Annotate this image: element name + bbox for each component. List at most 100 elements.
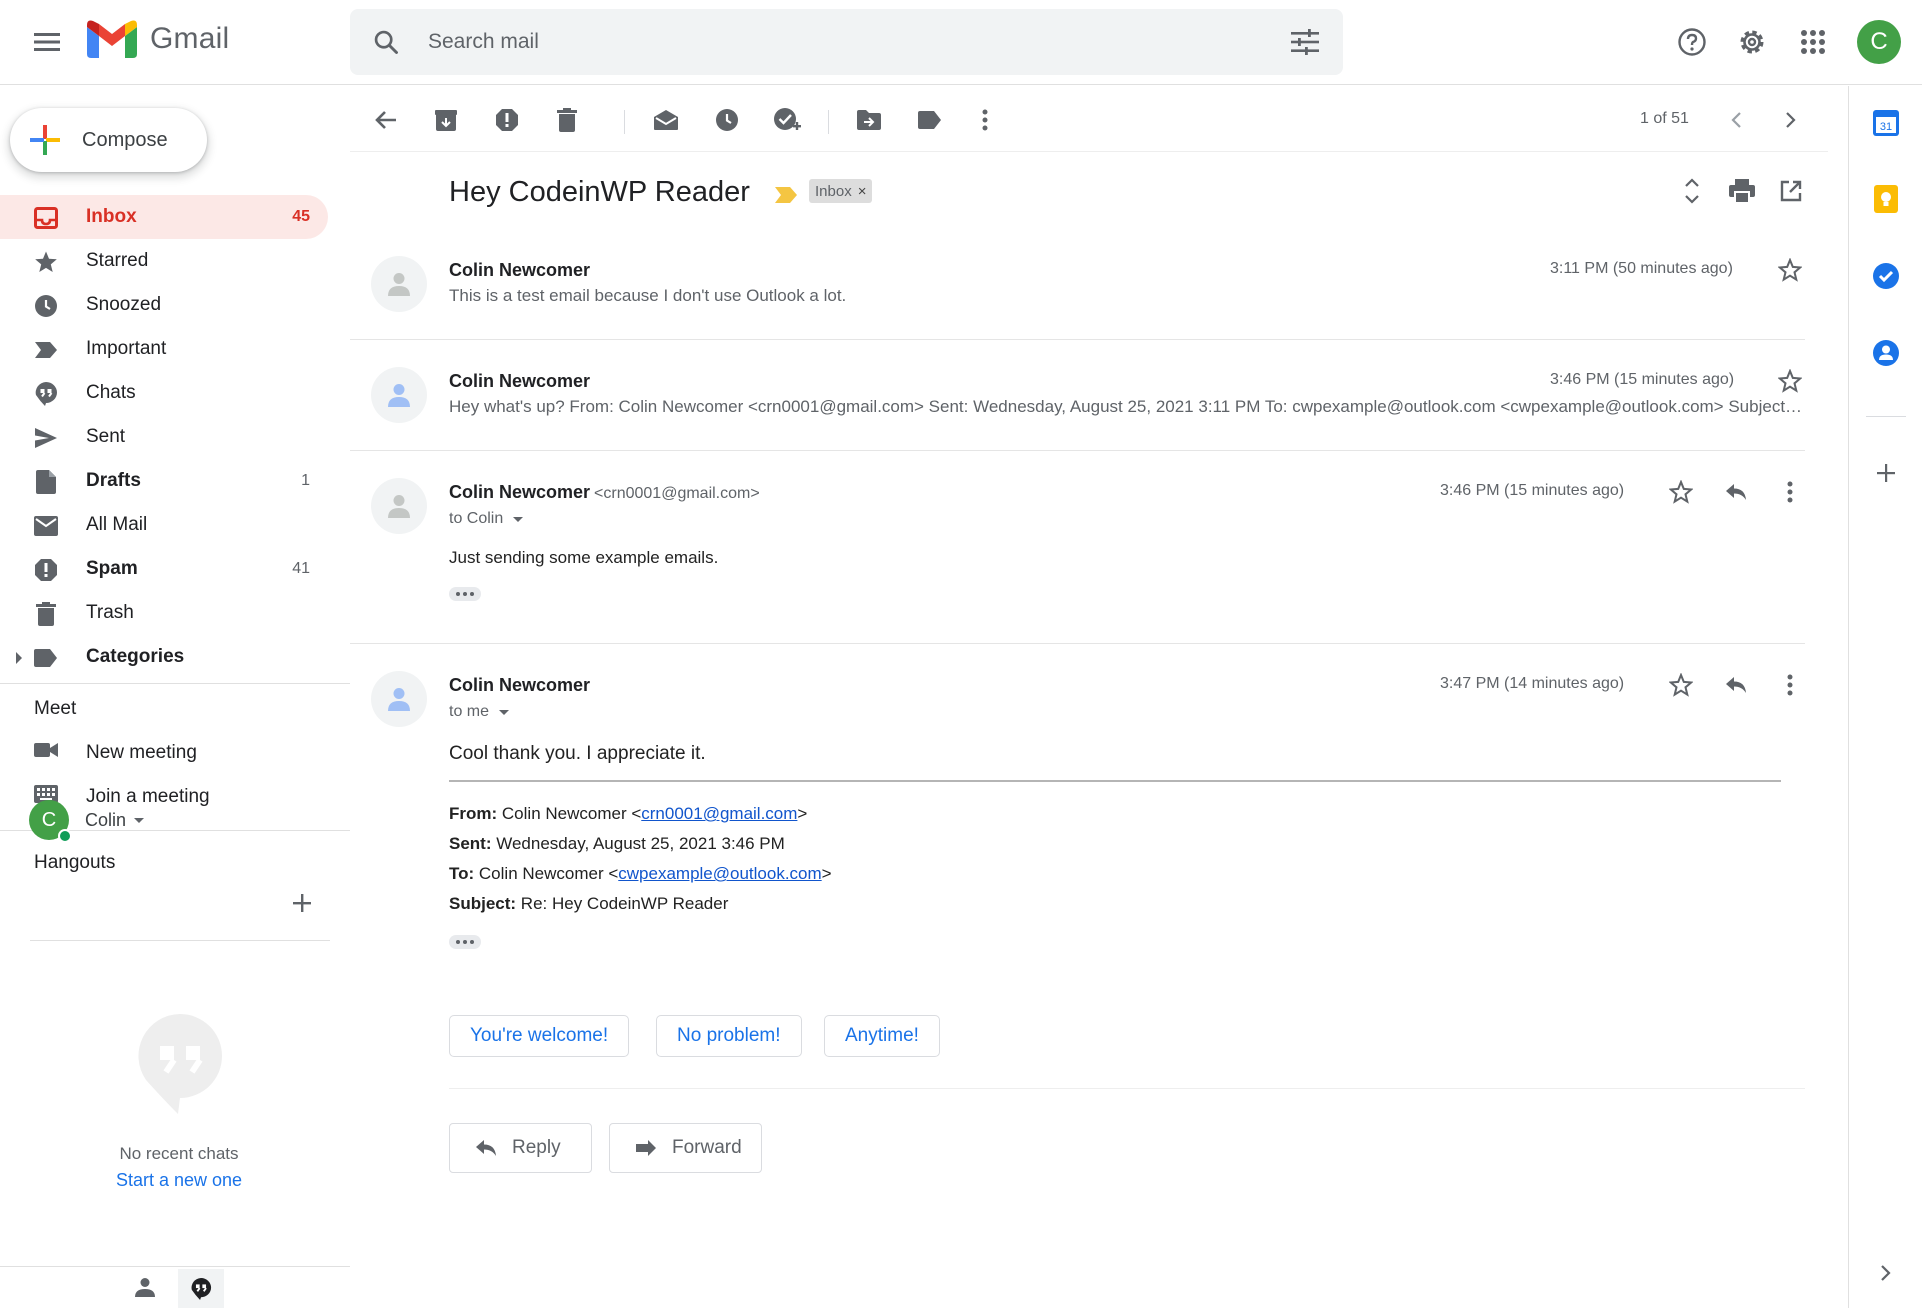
move-to-folder-icon[interactable] <box>852 103 886 137</box>
message-snippet: Hey what's up? From: Colin Newcomer <crn… <box>449 397 1805 416</box>
remove-label-icon[interactable]: × <box>858 183 867 200</box>
forward-arrow-icon <box>636 1140 656 1156</box>
help-icon[interactable] <box>1670 20 1714 64</box>
quoted-from-email-link[interactable]: crn0001@gmail.com <box>641 804 797 823</box>
quoted-from-end: > <box>797 804 808 823</box>
draft-count: 1 <box>301 472 310 489</box>
open-new-window-icon[interactable] <box>1776 176 1806 206</box>
star-outline-icon[interactable] <box>1774 365 1806 397</box>
person-icon[interactable] <box>134 1277 156 1297</box>
reply-arrow-icon[interactable] <box>1720 669 1752 701</box>
sender-name: Colin Newcomer <box>449 371 591 391</box>
chevron-right-icon[interactable] <box>1774 103 1808 137</box>
archive-icon[interactable] <box>429 103 463 137</box>
nav-item-categories[interactable]: Categories <box>0 635 328 679</box>
star-outline-icon[interactable] <box>1774 254 1806 286</box>
calendar-icon[interactable]: 31 <box>1869 106 1903 140</box>
more-options-icon[interactable] <box>1774 476 1806 508</box>
mark-unread-icon[interactable] <box>649 103 683 137</box>
unread-count: 45 <box>292 208 310 225</box>
inbox-icon <box>33 205 59 231</box>
recipients-toggle[interactable]: to me <box>449 703 510 721</box>
keep-notes-icon[interactable] <box>1869 182 1903 216</box>
search-input[interactable] <box>428 23 1258 61</box>
nav-item-drafts[interactable]: Drafts 1 <box>0 459 328 503</box>
nav-item-starred[interactable]: Starred <box>0 239 328 283</box>
more-options-icon[interactable] <box>968 103 1002 137</box>
get-addons-plus-icon[interactable] <box>1869 456 1903 490</box>
nav-item-chats[interactable]: Chats <box>0 371 328 415</box>
calendar-day: 31 <box>1880 121 1892 133</box>
label-tag-icon[interactable] <box>913 103 947 137</box>
expand-collapse-icon[interactable] <box>1677 176 1707 206</box>
smart-reply-youre-welcome[interactable]: You're welcome! <box>449 1015 630 1057</box>
reply-label: Reply <box>512 1137 561 1158</box>
nav-item-spam[interactable]: Spam 41 <box>0 547 328 591</box>
nav-label: Important <box>86 338 167 359</box>
search-options-icon[interactable] <box>1291 29 1319 55</box>
main-menu-icon[interactable] <box>27 22 67 62</box>
apps-grid-icon[interactable] <box>1791 20 1835 64</box>
show-trimmed-content-icon[interactable] <box>449 587 481 601</box>
nav-item-all-mail[interactable]: All Mail <box>0 503 328 547</box>
star-outline-icon[interactable] <box>1665 476 1697 508</box>
compose-button[interactable]: Compose <box>10 108 207 172</box>
status-dropdown-icon[interactable] <box>134 817 145 823</box>
forward-button[interactable]: Forward <box>609 1123 762 1173</box>
nav-item-important[interactable]: Important <box>0 327 328 371</box>
show-trimmed-content-icon[interactable] <box>449 935 481 949</box>
trash-icon <box>33 601 59 627</box>
more-options-icon[interactable] <box>1774 669 1806 701</box>
hangouts-user-name: Colin <box>85 809 127 830</box>
star-outline-icon[interactable] <box>1665 669 1697 701</box>
quoted-from-label: From: <box>449 804 498 823</box>
nav-label: Spam <box>86 558 138 579</box>
nav-label: Trash <box>86 602 134 623</box>
sender-name: Colin Newcomer <crn0001@gmail.com> <box>449 482 760 503</box>
account-avatar[interactable]: C <box>1857 20 1901 64</box>
snooze-clock-icon[interactable] <box>710 103 744 137</box>
search-icon[interactable] <box>372 28 400 56</box>
add-to-tasks-icon[interactable] <box>770 103 804 137</box>
pagination-count: 1 of 51 <box>1640 110 1689 127</box>
recipients-toggle[interactable]: to Colin <box>449 510 524 528</box>
quoted-to-email-link[interactable]: cwpexample@outlook.com <box>618 864 821 883</box>
reply-arrow-icon <box>476 1140 496 1156</box>
show-details-icon <box>499 709 510 715</box>
compose-plus-icon <box>30 125 60 155</box>
message-divider <box>350 339 1805 340</box>
back-arrow-icon[interactable] <box>369 103 403 137</box>
hangouts-user[interactable]: C Colin <box>29 800 145 843</box>
new-meeting-item[interactable]: New meeting <box>0 731 328 775</box>
nav-item-snoozed[interactable]: Snoozed <box>0 283 328 327</box>
sender-avatar-icon <box>371 256 427 312</box>
print-icon[interactable] <box>1727 176 1757 206</box>
nav-label: Snoozed <box>86 294 162 315</box>
contacts-icon[interactable] <box>1869 336 1903 370</box>
quoted-sent-label: Sent: <box>449 834 492 853</box>
hangouts-bottom-bar <box>0 1266 350 1308</box>
smart-reply-anytime[interactable]: Anytime! <box>824 1015 940 1057</box>
reply-button[interactable]: Reply <box>449 1123 592 1173</box>
nav-item-inbox[interactable]: Inbox 45 <box>0 195 328 239</box>
gmail-logo[interactable]: Gmail <box>87 20 229 58</box>
report-spam-icon[interactable] <box>490 103 524 137</box>
chevron-left-icon[interactable] <box>1719 103 1753 137</box>
delete-trash-icon[interactable] <box>550 103 584 137</box>
message-snippet: This is a test email because I don't use… <box>449 286 847 305</box>
hangouts-chat-icon[interactable] <box>178 1269 224 1308</box>
recipients-text: to Colin <box>449 510 504 527</box>
reply-arrow-icon[interactable] <box>1720 476 1752 508</box>
sender-avatar-icon <box>371 367 427 423</box>
settings-gear-icon[interactable] <box>1730 20 1774 64</box>
nav-item-sent[interactable]: Sent <box>0 415 328 459</box>
smart-reply-no-problem[interactable]: No problem! <box>656 1015 802 1057</box>
start-new-chat-link[interactable]: Start a new one <box>0 1170 358 1191</box>
expand-caret-icon[interactable] <box>16 652 22 664</box>
show-side-panel-chevron-icon[interactable] <box>1869 1256 1903 1290</box>
important-marker-icon[interactable] <box>774 186 798 204</box>
sender-avatar-icon <box>371 478 427 534</box>
nav-item-trash[interactable]: Trash <box>0 591 328 635</box>
new-conversation-plus-icon[interactable] <box>292 893 312 913</box>
tasks-icon[interactable] <box>1869 259 1903 293</box>
